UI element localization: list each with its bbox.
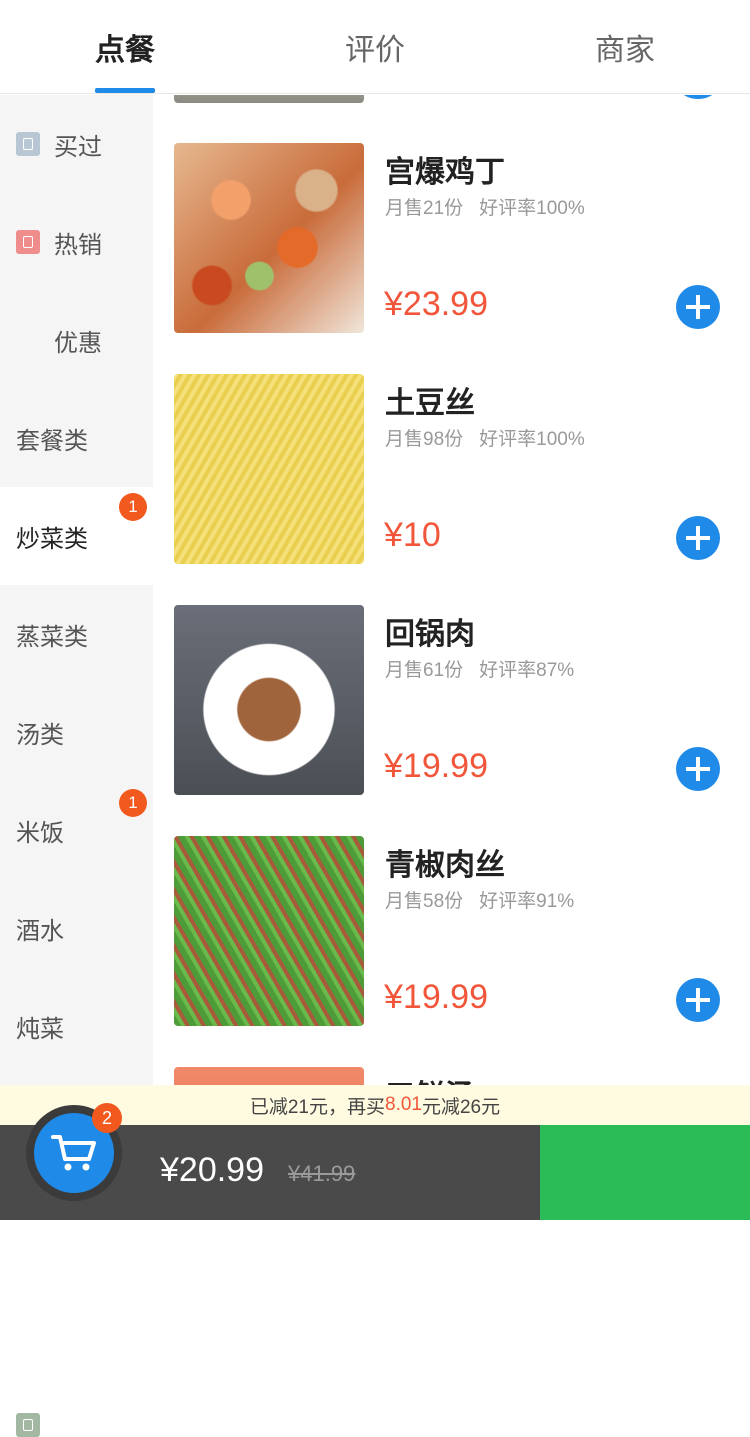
promo-suffix: 元减26元 — [421, 1096, 501, 1118]
dish-price: ¥19.99 — [384, 747, 488, 785]
dish-item: 青椒肉丝 月售58份 好评率91% ¥19.99 — [153, 836, 750, 1067]
sidebar-item-label: 套餐类 — [16, 427, 88, 455]
monthly-sales: 月售58份 — [385, 891, 464, 912]
sidebar-item-set-meals[interactable]: 套餐类 — [0, 389, 153, 487]
sidebar-item-discount[interactable]: 优惠 — [0, 291, 153, 1437]
dish-item: 宫爆鸡丁 月售21份 好评率100% ¥23.99 — [153, 143, 750, 374]
sidebar-item-drinks[interactable]: 酒水 — [0, 879, 153, 977]
dish-price: ¥23.99 — [384, 285, 488, 323]
top-tab-bar: 点餐 评价 商家 — [0, 0, 750, 94]
sidebar-item-hot[interactable]: 热销 — [0, 193, 153, 291]
sidebar-item-label: 炒菜类 — [16, 525, 88, 553]
category-sidebar: 买过 热销 优惠 套餐类 炒菜类 1 蒸菜类 汤类 米饭 1 酒水 炖菜 — [0, 95, 153, 1437]
plus-icon — [686, 757, 710, 781]
dish-price: ¥10 — [384, 516, 441, 554]
add-to-cart-button[interactable] — [676, 95, 720, 99]
sidebar-item-steamed[interactable]: 蒸菜类 — [0, 585, 153, 683]
add-to-cart-button[interactable] — [676, 285, 720, 329]
dish-image — [174, 836, 364, 1026]
dish-stats: 月售98份 好评率100% — [385, 424, 601, 451]
fire-icon — [16, 230, 40, 254]
cart-count-badge: 2 — [92, 1103, 122, 1133]
active-tab-indicator — [95, 88, 155, 93]
sidebar-item-bought[interactable]: 买过 — [0, 95, 153, 193]
monthly-sales: 月售21份 — [385, 198, 464, 219]
category-count-badge: 1 — [119, 789, 147, 817]
sidebar-item-soup[interactable]: 汤类 — [0, 683, 153, 781]
dish-image — [174, 143, 364, 333]
dish-item: 土豆丝 月售98份 好评率100% ¥10 — [153, 374, 750, 605]
add-to-cart-button[interactable] — [676, 747, 720, 791]
tab-merchant[interactable]: 商家 — [500, 0, 750, 94]
sidebar-item-label: 汤类 — [16, 721, 64, 749]
sidebar-item-stew[interactable]: 炖菜 — [0, 977, 153, 1075]
sidebar-item-label: 买过 — [54, 133, 102, 161]
promo-prefix: 已减21元，再买 — [249, 1096, 385, 1118]
promo-amount: 8.01 — [385, 1094, 422, 1115]
cart-original-price: ¥41.99 — [288, 1161, 356, 1186]
category-count-badge: 1 — [119, 493, 147, 521]
monthly-sales: 月售61份 — [385, 660, 464, 681]
plus-icon — [686, 526, 710, 550]
discount-icon — [16, 1413, 40, 1437]
dish-stats: 月售58份 好评率91% — [385, 886, 590, 913]
rating: 好评率87% — [479, 660, 575, 681]
dish-image — [174, 374, 364, 564]
dish-item: 回锅肉 月售61份 好评率87% ¥19.99 — [153, 605, 750, 836]
add-to-cart-button[interactable] — [676, 978, 720, 1022]
shopping-cart-icon — [51, 1135, 96, 1171]
rating: 好评率100% — [479, 198, 585, 219]
sidebar-item-label: 热销 — [54, 231, 102, 259]
sidebar-item-label: 米饭 — [16, 819, 64, 847]
sidebar-item-label: 蒸菜类 — [16, 623, 88, 651]
monthly-sales: 月售98份 — [385, 429, 464, 450]
plus-icon — [686, 295, 710, 319]
dish-stats: 月售61份 好评率87% — [385, 655, 590, 682]
dish-name: 回锅肉 — [385, 618, 475, 651]
dish-name: 土豆丝 — [385, 387, 475, 420]
dish-name: 宫爆鸡丁 — [385, 156, 505, 189]
sidebar-item-stir-fry[interactable]: 炒菜类 1 — [0, 487, 153, 585]
bought-icon — [16, 132, 40, 156]
tab-order[interactable]: 点餐 — [0, 0, 250, 94]
rating: 好评率100% — [479, 429, 585, 450]
plus-icon — [686, 988, 710, 1012]
checkout-button[interactable] — [540, 1125, 750, 1220]
add-to-cart-button[interactable] — [676, 516, 720, 560]
dish-name: 三鲜汤 — [385, 1071, 475, 1085]
dish-list[interactable]: 宫爆鸡丁 月售21份 好评率100% ¥23.99 土豆丝 月售98份 好评率100… — [153, 95, 750, 1085]
dish-item: 三鲜汤 — [153, 1067, 750, 1085]
sidebar-item-label: 优惠 — [54, 329, 102, 357]
dish-name: 青椒肉丝 — [385, 849, 505, 882]
dish-price: ¥19.99 — [384, 978, 488, 1016]
dish-image — [174, 95, 364, 103]
sidebar-item-rice[interactable]: 米饭 1 — [0, 781, 153, 879]
sidebar-item-label: 炖菜 — [16, 1015, 64, 1043]
dish-stats: 月售21份 好评率100% — [385, 193, 601, 220]
dish-image — [174, 605, 364, 795]
rating: 好评率91% — [479, 891, 575, 912]
cart-total-price: ¥20.99 — [160, 1151, 264, 1189]
dish-image — [174, 1067, 364, 1085]
tab-reviews[interactable]: 评价 — [250, 0, 500, 94]
sidebar-item-label: 酒水 — [16, 917, 64, 945]
